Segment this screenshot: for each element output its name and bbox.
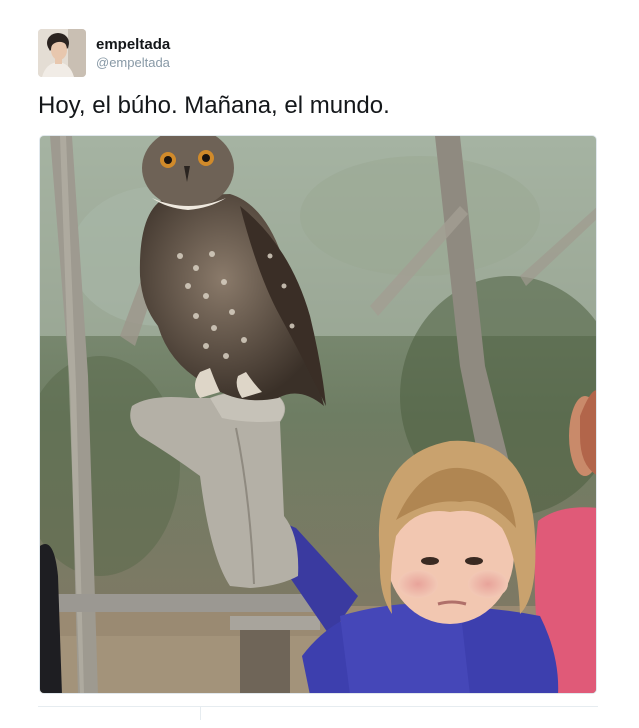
user-handle[interactable]: @empeltada (96, 54, 170, 72)
footer-divider-tick (200, 706, 201, 720)
photo-girl-holding-owl-image (40, 136, 596, 693)
footer-divider (38, 706, 598, 707)
avatar-image (38, 29, 86, 77)
tweet-photo[interactable] (39, 135, 597, 694)
display-name[interactable]: empeltada (96, 35, 170, 54)
tweet-text: Hoy, el búho. Mañana, el mundo. (38, 92, 390, 119)
tweet-header: empeltada @empeltada (38, 29, 170, 77)
avatar[interactable] (38, 29, 86, 77)
user-names: empeltada @empeltada (96, 35, 170, 72)
tweet-card: empeltada @empeltada Hoy, el búho. Mañan… (0, 0, 639, 728)
